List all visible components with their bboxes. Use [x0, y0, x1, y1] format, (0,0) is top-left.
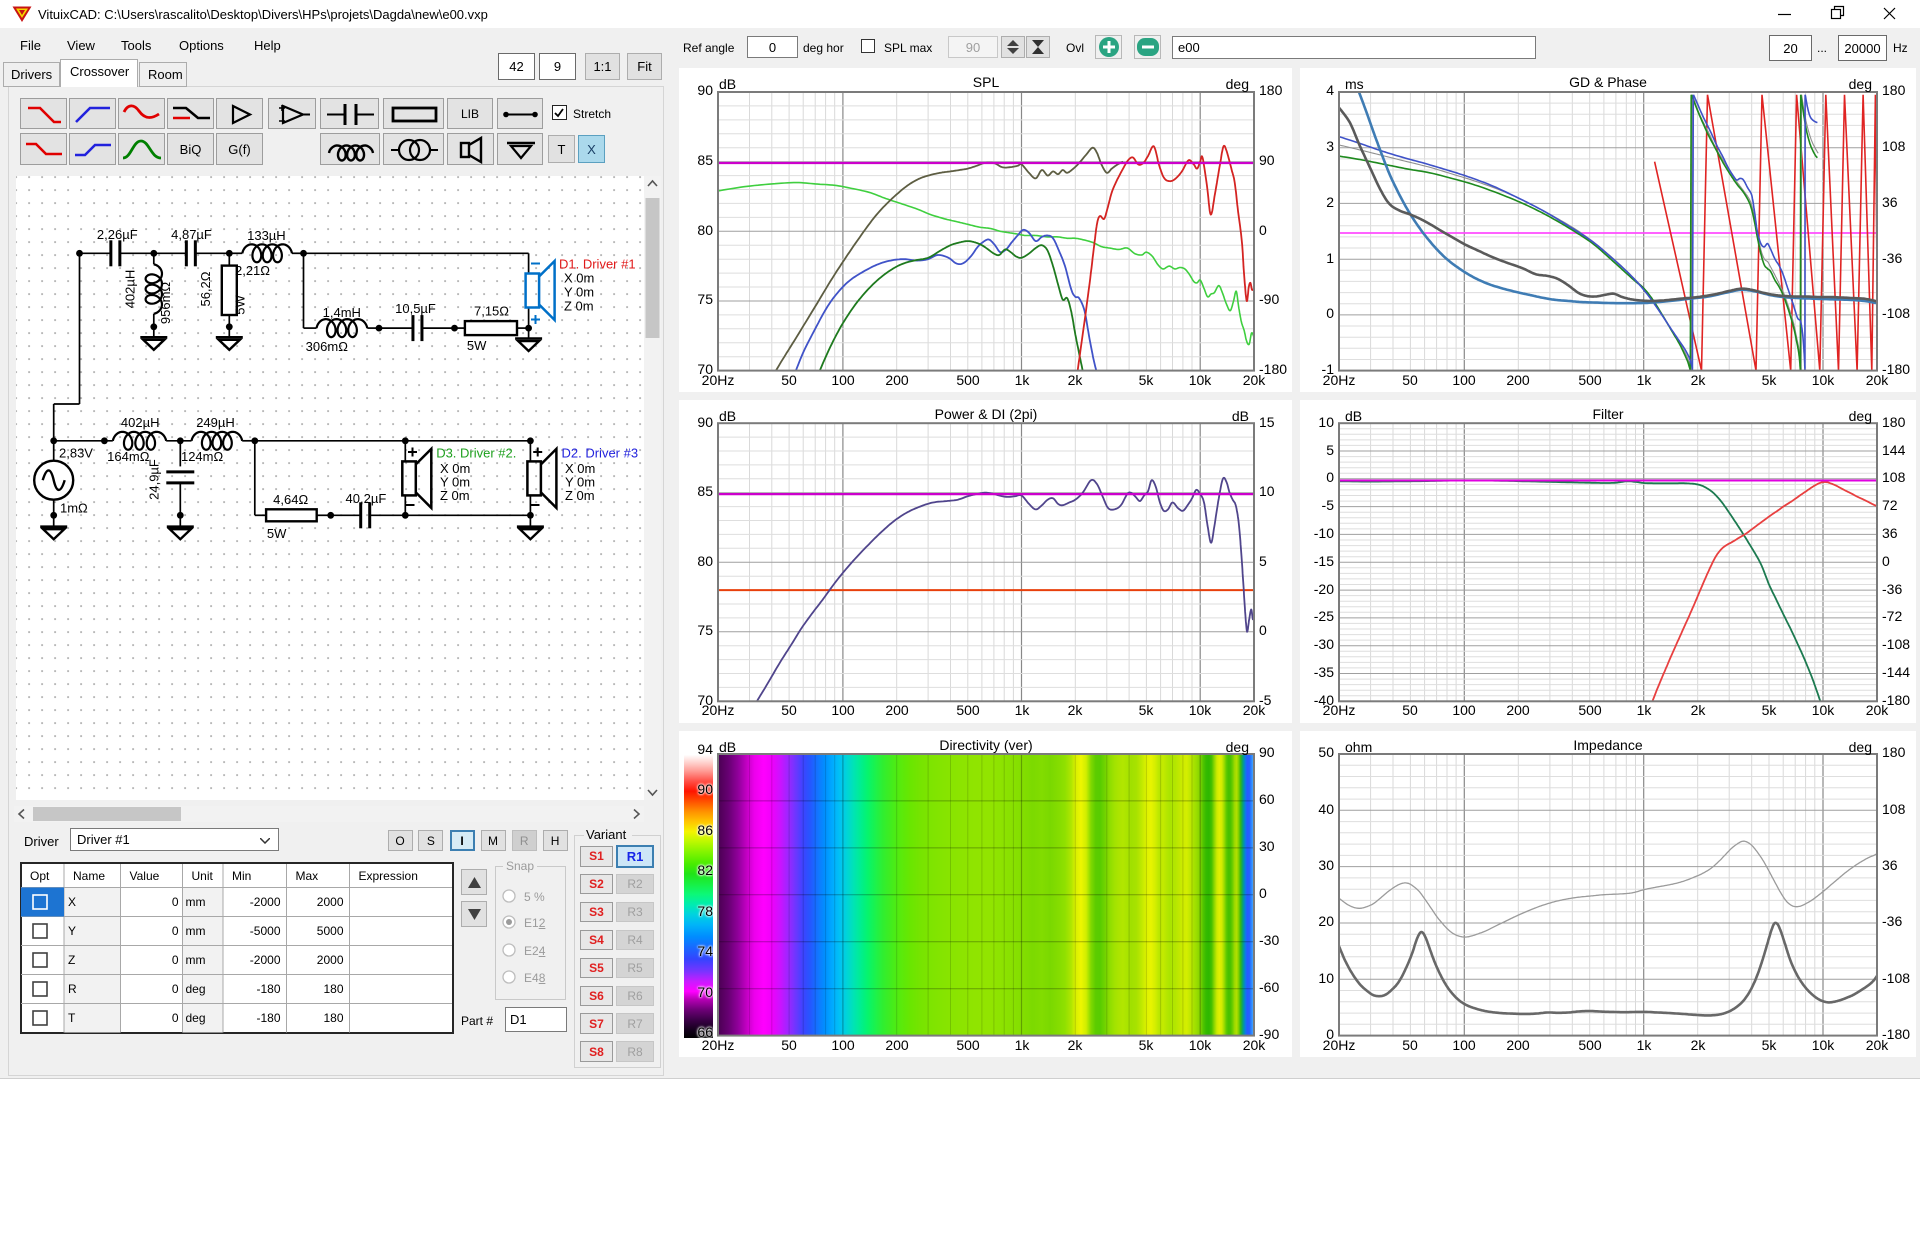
svg-text:4,64Ω: 4,64Ω	[273, 492, 308, 507]
svg-text:249µH: 249µH	[196, 415, 235, 430]
svg-text:Z 0m: Z 0m	[564, 299, 594, 314]
svg-text:D1. Driver #1: D1. Driver #1	[559, 257, 636, 272]
svg-text:5W: 5W	[233, 295, 248, 315]
svg-text:Y 0m: Y 0m	[564, 285, 594, 300]
svg-text:1,4mH: 1,4mH	[323, 305, 361, 320]
svg-text:5W: 5W	[267, 526, 287, 541]
svg-text:56,2Ω: 56,2Ω	[198, 271, 213, 306]
svg-text:124mΩ: 124mΩ	[181, 449, 224, 464]
svg-text:306mΩ: 306mΩ	[306, 339, 349, 354]
svg-text:956mΩ: 956mΩ	[158, 282, 173, 325]
svg-text:7,15Ω: 7,15Ω	[474, 304, 509, 319]
svg-text:402µH: 402µH	[121, 415, 160, 430]
svg-text:2,83V: 2,83V	[59, 446, 93, 461]
svg-text:10,5µF: 10,5µF	[395, 301, 436, 316]
svg-text:Z 0m: Z 0m	[565, 488, 595, 503]
svg-text:D3. Driver #2.: D3. Driver #2.	[436, 446, 516, 461]
svg-text:1mΩ: 1mΩ	[60, 501, 88, 516]
svg-text:402µH: 402µH	[122, 270, 137, 309]
svg-text:24,9µF: 24,9µF	[147, 459, 162, 500]
svg-text:5W: 5W	[467, 338, 487, 353]
svg-text:D2. Driver #3: D2. Driver #3	[562, 446, 639, 461]
svg-text:Z 0m: Z 0m	[440, 488, 470, 503]
svg-text:2,21Ω: 2,21Ω	[235, 263, 270, 278]
svg-text:40,2µF: 40,2µF	[346, 491, 387, 506]
svg-text:133µH: 133µH	[247, 228, 286, 243]
svg-text:2,26µF: 2,26µF	[97, 227, 138, 242]
svg-text:4,87µF: 4,87µF	[171, 227, 212, 242]
svg-text:164mΩ: 164mΩ	[107, 449, 150, 464]
svg-text:X 0m: X 0m	[564, 271, 594, 286]
